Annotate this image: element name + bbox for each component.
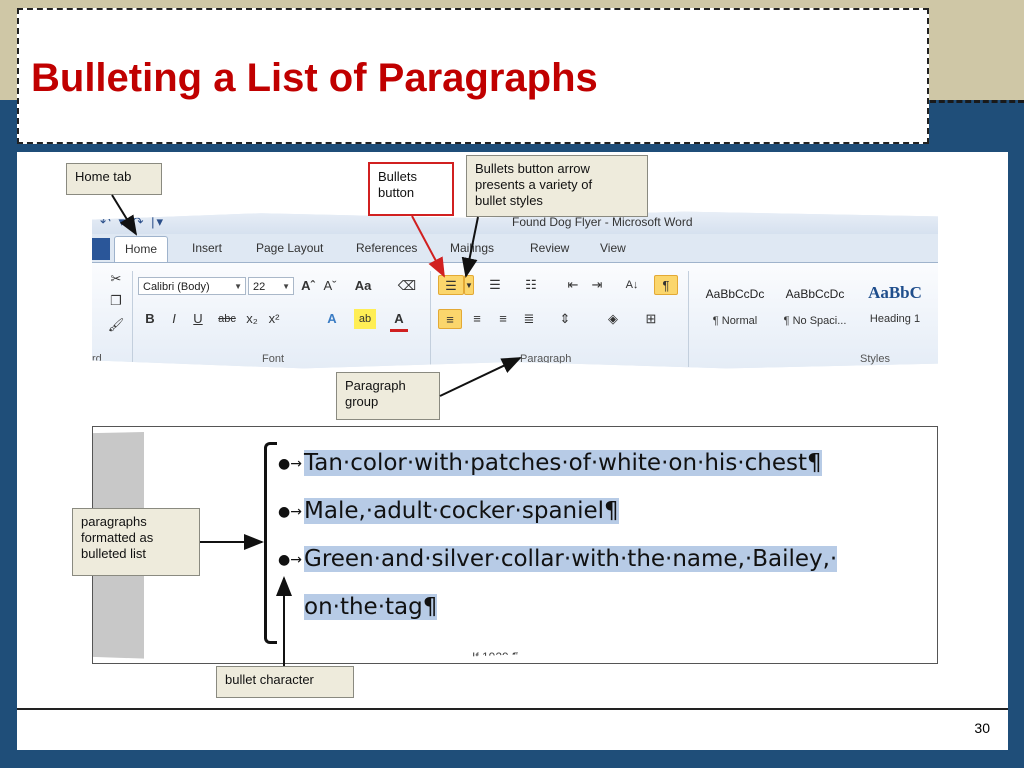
bullets-arrow-button[interactable]: ▼: [464, 275, 474, 295]
separator: [688, 271, 689, 367]
decrease-indent-icon[interactable]: ⇤: [562, 275, 584, 295]
shading-icon[interactable]: ◈: [598, 309, 628, 329]
word-ribbon: ↶ ▾ ↷ |▾ Found Dog Flyer - Microsoft Wor…: [92, 211, 938, 369]
tab-home[interactable]: Home: [114, 236, 169, 262]
callout-bullets-button: Bullets button: [368, 162, 454, 216]
callout-home-tab: Home tab: [66, 163, 162, 195]
document-view: ●→ Tan·color·with·patches·of·white·on·hi…: [92, 426, 938, 664]
increase-indent-icon[interactable]: ⇥: [586, 275, 608, 295]
callout-paragraph-group: Paragraph group: [336, 372, 440, 420]
bracket: [264, 442, 277, 644]
change-case-button[interactable]: Aa: [348, 276, 378, 296]
tab-references[interactable]: References: [356, 241, 417, 255]
style-name: ¶ Normal: [712, 315, 758, 327]
borders-icon[interactable]: ⊞: [636, 309, 666, 329]
font-group-label: Font: [262, 353, 285, 365]
bullet-character: ●→: [278, 456, 302, 472]
align-right-icon[interactable]: ≡: [492, 309, 514, 329]
title-box: Bulleting a List of Paragraphs: [17, 8, 929, 144]
chevron-down-icon: ▼: [282, 282, 290, 291]
chevron-down-icon: ▼: [234, 282, 242, 291]
copy-icon[interactable]: ❐: [106, 291, 126, 311]
clear-formatting-icon[interactable]: ⌫: [396, 276, 418, 296]
bullet-character: ●→: [278, 552, 302, 568]
tab-mailings[interactable]: Mailings: [450, 241, 494, 255]
tab-page-layout[interactable]: Page Layout: [256, 241, 323, 255]
numbering-button[interactable]: ☰: [480, 275, 510, 295]
style-name: Heading 1: [869, 313, 921, 325]
tab-insert[interactable]: Insert: [192, 241, 222, 255]
style-sample: AaBbCcDc: [705, 287, 765, 301]
show-marks-button[interactable]: ¶: [654, 275, 678, 295]
style-normal[interactable]: AaBbCcDc ¶ Normal: [696, 283, 774, 337]
ribbon-tabs: Home Insert Page Layout References Maili…: [92, 236, 938, 262]
slide-title: Bulleting a List of Paragraphs: [31, 56, 598, 100]
multilevel-list-button[interactable]: ☷: [514, 275, 548, 295]
font-size-combo[interactable]: 22 ▼: [248, 277, 294, 295]
strikethrough-button[interactable]: abc: [214, 309, 240, 329]
file-tab[interactable]: [92, 238, 110, 260]
bullet-character: ●→: [278, 504, 302, 520]
font-name-combo[interactable]: Calibri (Body) ▼: [138, 277, 246, 295]
format-painter-icon[interactable]: 🖌: [106, 315, 126, 335]
underline-button[interactable]: U: [190, 309, 206, 329]
grow-font-button[interactable]: Aˆ: [298, 276, 318, 296]
callout-bullet-character: bullet character: [216, 666, 354, 698]
bulleted-paragraph[interactable]: Tan·color·with·patches·of·white·on·his·c…: [304, 450, 822, 476]
shrink-font-button[interactable]: Aˇ: [320, 276, 340, 296]
styles-group-label: Styles: [860, 353, 890, 365]
callout-paragraphs-formatted: paragraphs formatted as bulleted list: [72, 508, 200, 576]
bulleted-paragraph[interactable]: Male,·adult·cocker·spaniel¶: [304, 498, 619, 524]
ribbon-body: ✂ ❐ 🖌 rd Calibri (Body) ▼ 22 ▼ Aˆ Aˇ Aa ⌫ …: [92, 262, 938, 369]
line-spacing-icon[interactable]: ⇕: [550, 309, 580, 329]
bulleted-paragraph[interactable]: Green·and·silver·collar·with·the·name,·B…: [304, 546, 838, 572]
style-sample: AaBbC: [868, 283, 922, 302]
tab-view[interactable]: View: [600, 241, 626, 255]
separator: [132, 271, 133, 367]
sort-button[interactable]: A↓: [620, 275, 644, 295]
font-color-button[interactable]: A: [390, 309, 408, 332]
font-size-value: 22: [253, 281, 266, 293]
tab-review[interactable]: Review: [530, 241, 569, 255]
dashed-divider: [930, 100, 1024, 103]
font-name-value: Calibri (Body): [143, 281, 210, 293]
style-no-spacing[interactable]: AaBbCcDc ¶ No Spaci...: [776, 283, 854, 337]
align-center-icon[interactable]: ≡: [466, 309, 488, 329]
page-number: 30: [974, 720, 990, 736]
slide-footer: 30: [17, 708, 1008, 750]
style-name: ¶ No Spaci...: [783, 315, 847, 327]
align-left-icon[interactable]: ≡: [438, 309, 462, 329]
superscript-button[interactable]: x²: [264, 309, 284, 329]
bulleted-paragraph-continuation[interactable]: on·the·tag¶: [304, 594, 438, 620]
text-effects-button[interactable]: A: [322, 309, 342, 329]
bold-button[interactable]: B: [142, 309, 158, 329]
style-heading-1[interactable]: AaBbC Heading 1: [856, 283, 934, 337]
cut-icon[interactable]: ✂: [106, 269, 126, 289]
highlight-button[interactable]: ab: [354, 309, 376, 329]
callout-bullets-arrow: Bullets button arrow presents a variety …: [466, 155, 648, 217]
justify-icon[interactable]: ≣: [518, 309, 540, 329]
separator: [430, 271, 431, 367]
italic-button[interactable]: I: [166, 309, 182, 329]
bullets-button[interactable]: ☰: [438, 275, 464, 295]
style-sample: AaBbCcDc: [785, 287, 845, 301]
subscript-button[interactable]: x₂: [242, 309, 262, 329]
window-title: Found Dog Flyer - Microsoft Word: [512, 215, 693, 229]
